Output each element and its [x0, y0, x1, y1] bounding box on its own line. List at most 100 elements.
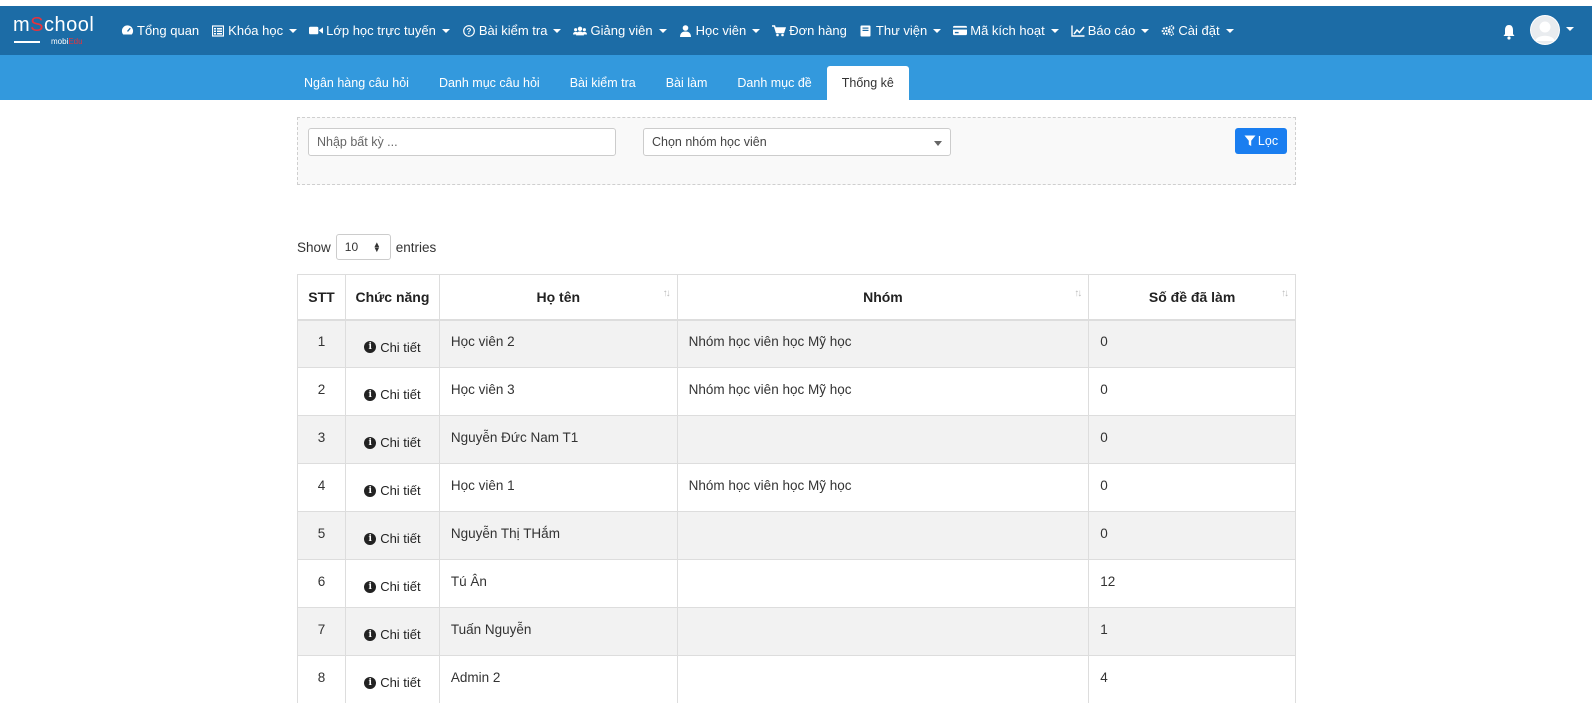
sort-updown-icon: ▲ ▼ — [372, 240, 381, 254]
logo[interactable]: mSchool mobiEdu — [13, 15, 103, 49]
nav-item-question[interactable]: ? Bài kiểm tra — [462, 23, 562, 38]
nav-item-book[interactable]: Thư viện — [859, 23, 942, 38]
nav-item-label: Tổng quan — [137, 23, 200, 38]
nav-item-card[interactable]: Mã kích hoạt — [953, 23, 1059, 38]
cell-name: Học viên 2 — [438, 319, 678, 368]
nav-item-video[interactable]: Lớp học trực tuyến — [309, 23, 450, 38]
entries-select[interactable]: 10 ▲ ▼ — [335, 234, 391, 260]
nav-item-label: Bài kiểm tra — [478, 23, 548, 38]
table-row: 2 i Chi tiết Học viên 3 Nhóm học viên học Mỹ… — [297, 367, 1296, 416]
cell-group — [676, 655, 1090, 703]
cell-function: i Chi tiết — [344, 559, 440, 608]
nav-item-label: Khóa học — [228, 23, 284, 38]
nav-item-label: Thư viện — [875, 23, 928, 38]
cell-name: Tú Ân — [438, 559, 678, 608]
detail-link[interactable]: i Chi tiết — [364, 579, 421, 594]
table-header-row: STT Chức năng Họ tên ↑↓ Nhóm ↑↓ Số đề đã l… — [297, 274, 1296, 321]
column-header-count[interactable]: Số đề đã làm ↑↓ — [1088, 274, 1296, 321]
cell-group: Nhóm học viên học Mỹ học — [676, 367, 1090, 416]
cell-stt: 6 — [297, 559, 346, 608]
cell-count: 1 — [1088, 607, 1296, 656]
info-icon: i — [364, 436, 377, 449]
chevron-down-icon[interactable] — [1566, 27, 1574, 31]
nav-item-label: Cài đặt — [1178, 23, 1220, 38]
cell-group: Nhóm học viên học Mỹ học — [676, 463, 1090, 512]
detail-link[interactable]: i Chi tiết — [364, 340, 421, 355]
cell-stt: 2 — [297, 367, 346, 416]
detail-link[interactable]: i Chi tiết — [364, 675, 421, 690]
nav-item-cart[interactable]: Đơn hàng — [772, 23, 847, 38]
avatar[interactable] — [1530, 15, 1560, 45]
entries-label: entries — [395, 239, 437, 255]
cell-name: Tuấn Nguyễn — [438, 607, 678, 656]
sub-tabs: Ngân hàng câu hỏi Danh mục câu hỏi Bài kiể… — [289, 55, 909, 100]
cell-function: i Chi tiết — [344, 511, 440, 560]
detail-link[interactable]: i Chi tiết — [364, 483, 421, 498]
cell-function: i Chi tiết — [344, 319, 440, 368]
sub-tab[interactable]: Ngân hàng câu hỏi — [289, 66, 424, 100]
cell-function: i Chi tiết — [344, 415, 440, 464]
main-navbar: mSchool mobiEdu Tổng quan Khóa học Lớp học… — [0, 6, 1592, 55]
column-header-name[interactable]: Họ tên ↑↓ — [438, 274, 678, 321]
video-icon — [309, 24, 324, 38]
chevron-down-icon — [1225, 28, 1234, 33]
nav-item-list[interactable]: Khóa học — [211, 23, 298, 38]
info-icon: i — [364, 341, 377, 353]
filter-icon — [1244, 135, 1256, 146]
book-icon — [859, 24, 873, 38]
info-icon: i — [364, 388, 377, 401]
nav-item-dashboard[interactable]: Tổng quan — [120, 23, 199, 38]
chart-icon — [1070, 24, 1085, 38]
info-icon: i — [364, 676, 377, 689]
show-entries: Show 10 ▲ ▼ entries — [297, 234, 436, 260]
user-avatar-icon — [1531, 16, 1559, 44]
detail-link[interactable]: i Chi tiết — [364, 435, 421, 450]
sort-icon[interactable]: ↑↓ — [1074, 288, 1082, 299]
sub-tab[interactable]: Danh mục câu hỏi — [424, 66, 555, 100]
cell-count: 0 — [1088, 463, 1296, 512]
question-icon: ? — [462, 24, 476, 38]
nav-item-user[interactable]: Học viên — [679, 23, 761, 38]
sub-tab[interactable]: Danh mục đề — [722, 66, 826, 100]
sub-tab[interactable]: Thống kê — [826, 66, 909, 100]
nav-item-gears[interactable]: Cài đặt — [1161, 23, 1234, 38]
column-header-stt: STT — [297, 274, 346, 321]
cell-stt: 1 — [297, 319, 346, 368]
nav-item-label: Giảng viên — [590, 23, 653, 38]
nav-item-users[interactable]: Giảng viên — [573, 23, 667, 38]
cell-name: Nguyễn Thị THắm — [438, 511, 678, 560]
chevron-down-icon — [752, 28, 761, 33]
entries-value: 10 — [344, 240, 359, 254]
chevron-down-icon — [441, 28, 450, 33]
sub-tab[interactable]: Bài kiểm tra — [555, 66, 651, 100]
chevron-down-icon — [934, 141, 942, 146]
sub-tab[interactable]: Bài làm — [651, 66, 723, 100]
search-input[interactable] — [308, 128, 616, 156]
nav-item-label: Học viên — [695, 23, 747, 38]
cell-group — [676, 511, 1090, 560]
cell-name: Nguyễn Đức Nam T1 — [438, 415, 678, 464]
detail-link[interactable]: i Chi tiết — [364, 387, 421, 402]
chevron-down-icon — [1050, 28, 1059, 33]
cell-stt: 7 — [297, 607, 346, 656]
sort-icon[interactable]: ↑↓ — [1281, 288, 1289, 299]
column-header-group[interactable]: Nhóm ↑↓ — [676, 274, 1090, 321]
nav-item-chart[interactable]: Báo cáo — [1070, 23, 1150, 38]
cell-function: i Chi tiết — [344, 607, 440, 656]
chevron-down-icon — [658, 28, 667, 33]
nav-item-label: Mã kích hoạt — [970, 23, 1045, 38]
list-icon — [211, 24, 225, 38]
card-icon — [953, 24, 968, 38]
filter-button[interactable]: Lọc — [1235, 128, 1287, 154]
detail-link[interactable]: i Chi tiết — [364, 627, 421, 642]
info-icon: i — [364, 484, 377, 497]
cell-group: Nhóm học viên học Mỹ học — [676, 319, 1090, 368]
detail-link[interactable]: i Chi tiết — [364, 531, 421, 546]
sort-icon[interactable]: ↑↓ — [663, 288, 671, 299]
table-row: 5 i Chi tiết Nguyễn Thị THắm 0 — [297, 511, 1296, 560]
table-row: 8 i Chi tiết Admin 2 4 — [297, 655, 1296, 703]
table-row: 7 i Chi tiết Tuấn Nguyễn 1 — [297, 607, 1296, 656]
group-select[interactable]: Chọn nhóm học viên — [643, 128, 951, 156]
svg-text:?: ? — [466, 27, 471, 36]
bell-icon[interactable] — [1502, 24, 1516, 40]
